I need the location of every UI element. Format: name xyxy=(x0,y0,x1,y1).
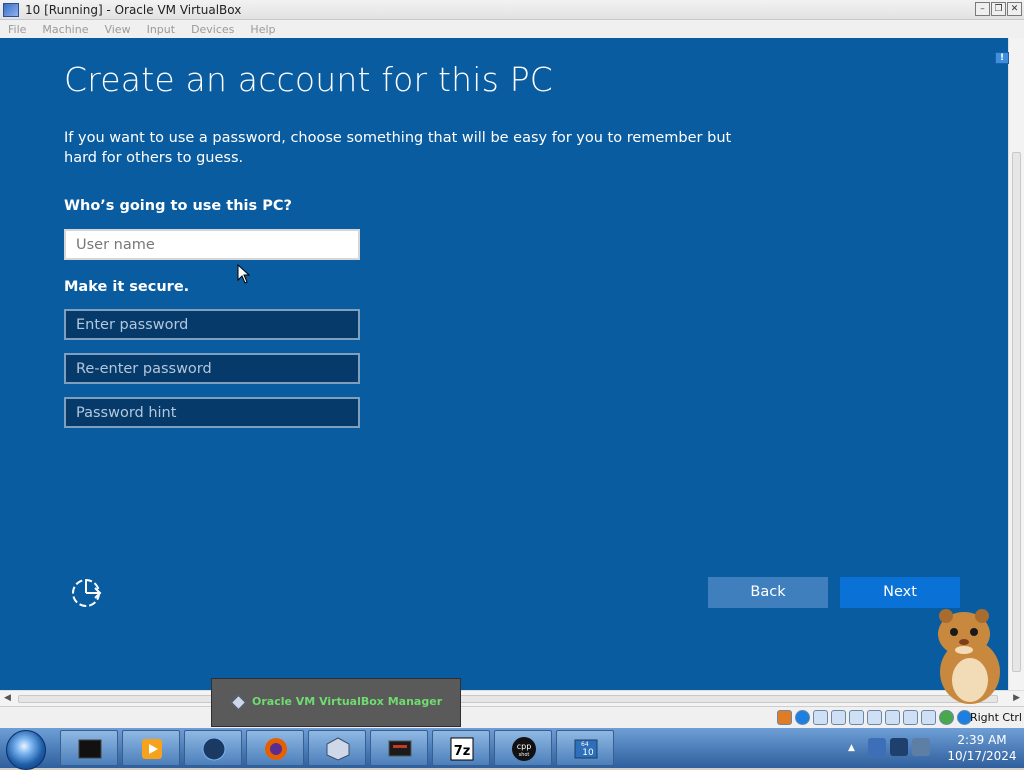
notification-icon[interactable]: ! xyxy=(995,52,1009,64)
taskbar-app-terminal[interactable] xyxy=(60,730,118,766)
secure-label: Make it secure. xyxy=(64,279,190,295)
media-player-icon xyxy=(142,739,162,759)
hamster-desktop-pet xyxy=(938,609,1000,704)
menu-input[interactable]: Input xyxy=(147,23,175,36)
virtualbox-icon xyxy=(231,695,246,710)
vertical-scrollbar[interactable] xyxy=(1008,38,1024,690)
taskbar-app-virtualbox[interactable] xyxy=(308,730,366,766)
taskbar-preview-popup[interactable]: Oracle VM VirtualBox Manager xyxy=(211,678,461,727)
svg-text:7z: 7z xyxy=(454,744,471,759)
taskbar-app-screen[interactable] xyxy=(370,730,428,766)
host-taskbar: 7z cpp shot 64 10 ▲ xyxy=(0,728,1024,770)
show-hidden-icons[interactable]: ▲ xyxy=(848,743,855,753)
back-button[interactable]: Back xyxy=(708,577,828,608)
terminal-icon xyxy=(78,739,102,759)
menu-view[interactable]: View xyxy=(104,23,130,36)
network-icon[interactable] xyxy=(831,710,846,725)
vm-statusbar: Right Ctrl xyxy=(0,706,1024,728)
menu-devices[interactable]: Devices xyxy=(191,23,234,36)
ease-of-access-icon[interactable] xyxy=(70,576,104,610)
close-button[interactable]: ✕ xyxy=(1007,2,1022,16)
firefox-icon xyxy=(265,738,287,760)
virtualbox-icon xyxy=(326,737,350,761)
password-hint-input[interactable] xyxy=(64,397,360,428)
menu-file[interactable]: File xyxy=(8,23,26,36)
tray-volume-icon[interactable] xyxy=(912,738,930,756)
tray-network-icon[interactable] xyxy=(868,738,886,756)
cpp-shot-icon: cppshot xyxy=(512,737,536,761)
menu-machine[interactable]: Machine xyxy=(42,23,88,36)
restore-button[interactable]: ❐ xyxy=(991,2,1006,16)
display-icon[interactable] xyxy=(885,710,900,725)
optical-drive-icon[interactable] xyxy=(795,710,810,725)
horizontal-scrollbar[interactable]: ◀ ▶ xyxy=(0,690,1024,706)
cpu-icon[interactable] xyxy=(921,710,936,725)
clock-date: 10/17/2024 xyxy=(947,749,1017,763)
7zip-icon: 7z xyxy=(450,737,474,761)
menubar: File Machine View Input Devices Help xyxy=(0,20,1024,38)
clock-time: 2:39 AM xyxy=(957,733,1007,747)
globe-icon xyxy=(202,737,226,761)
taskbar-app-firefox[interactable] xyxy=(246,730,304,766)
mouse-cursor-icon xyxy=(237,264,251,284)
window-controls: – ❐ ✕ xyxy=(975,2,1022,16)
svg-text:cpp: cpp xyxy=(517,742,532,751)
svg-text:shot: shot xyxy=(519,752,530,758)
password-input[interactable] xyxy=(64,309,360,340)
svg-text:64: 64 xyxy=(581,741,589,748)
taskbar-clock[interactable]: 2:39 AM 10/17/2024 xyxy=(940,732,1024,764)
horizontal-scroll-thumb[interactable] xyxy=(18,695,998,703)
guest-screen: Create an account for this PC If you wan… xyxy=(0,38,1008,690)
taskbar-app-media-player[interactable] xyxy=(122,730,180,766)
tray-display-icon[interactable] xyxy=(890,738,908,756)
window-title: 10 [Running] - Oracle VM VirtualBox xyxy=(25,2,242,17)
vm-windows-10-icon: 6410 xyxy=(574,739,598,759)
user-question-label: Who’s going to use this PC? xyxy=(64,198,292,214)
window-titlebar: 10 [Running] - Oracle VM VirtualBox – ❐ … xyxy=(0,0,1024,20)
reenter-password-input[interactable] xyxy=(64,353,360,384)
minimize-button[interactable]: – xyxy=(975,2,990,16)
svg-text:10: 10 xyxy=(582,748,594,758)
page-title: Create an account for this PC xyxy=(64,60,554,99)
vertical-scroll-thumb[interactable] xyxy=(1012,152,1021,672)
monitor-icon xyxy=(388,740,412,757)
page-description: If you want to use a password, choose so… xyxy=(64,130,732,166)
recording-icon[interactable] xyxy=(903,710,918,725)
taskbar-app-windows-10-vm[interactable]: 64 10 xyxy=(556,730,614,766)
popup-label: Oracle VM VirtualBox Manager xyxy=(252,695,443,708)
shared-folders-icon[interactable] xyxy=(867,710,882,725)
start-button[interactable] xyxy=(6,730,46,770)
taskbar-app-7zip[interactable]: 7z xyxy=(432,730,490,766)
host-key-label: Right Ctrl xyxy=(969,711,1022,724)
scroll-left-icon[interactable]: ◀ xyxy=(4,693,11,703)
vt-x-icon[interactable] xyxy=(939,710,954,725)
device-status-icons xyxy=(777,710,972,725)
virtualbox-app-icon xyxy=(3,2,19,17)
taskbar-app-cpp-shot[interactable]: cpp shot xyxy=(494,730,552,766)
hard-disk-icon[interactable] xyxy=(777,710,792,725)
taskbar-app-earth[interactable] xyxy=(184,730,242,766)
audio-icon[interactable] xyxy=(813,710,828,725)
username-input[interactable] xyxy=(64,229,360,260)
menu-help[interactable]: Help xyxy=(250,23,275,36)
scroll-right-icon[interactable]: ▶ xyxy=(1013,693,1020,703)
usb-icon[interactable] xyxy=(849,710,864,725)
